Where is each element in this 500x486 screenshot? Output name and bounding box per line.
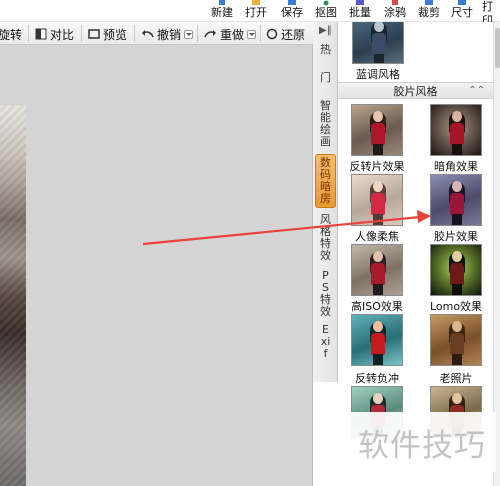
redo-icon	[204, 30, 216, 38]
top-menu-bar: 新建 打开 保存 抠图 批量 涂鸦 裁剪 尺寸 打印	[0, 0, 500, 27]
effect-thumb-portrait-soft-focus[interactable]	[351, 174, 403, 226]
effect-thumb-vignette[interactable]	[430, 104, 482, 156]
menu-crop-button[interactable]: 裁剪	[418, 0, 440, 22]
effect-label-blue-tone: 蓝调风格	[356, 68, 400, 81]
tab-ps-label: PS特效	[320, 269, 331, 318]
effect-thumb-cross-process[interactable]	[351, 314, 403, 366]
menu-crop-label: 裁剪	[418, 6, 440, 19]
contrast-icon	[35, 28, 47, 40]
tab-hot[interactable]: 热	[315, 44, 336, 64]
effect-thumb-film[interactable]	[430, 174, 482, 226]
effect-label-portrait-soft-focus: 人像柔焦	[355, 230, 399, 243]
effect-thumb-high-iso[interactable]	[351, 244, 403, 296]
toolbar-divider	[134, 25, 135, 42]
toolbar-divider	[197, 25, 198, 42]
effect-label-cross-process: 反转负冲	[355, 372, 399, 385]
preview-icon	[88, 29, 100, 39]
effect-label-high-iso: 高ISO效果	[351, 300, 403, 313]
undo-icon	[142, 30, 154, 38]
menu-new-button[interactable]: 新建	[211, 0, 233, 22]
effect-label-film: 胶片效果	[434, 230, 478, 243]
menu-doodle-label: 涂鸦	[384, 6, 406, 19]
menu-print-button[interactable]: 打印	[482, 0, 500, 27]
tab-smart-painting[interactable]: 智能绘画	[315, 100, 336, 150]
tab-door-label: 门	[320, 71, 331, 84]
menu-save-label: 保存	[281, 6, 303, 19]
edit-toolbar: 旋转 对比 预览 撤销 重做 还原	[0, 22, 313, 45]
rotate-label: 旋转	[0, 27, 23, 42]
tab-style-effects[interactable]: 风格特效	[315, 214, 336, 266]
section-title: 胶片风格	[393, 84, 438, 98]
watermark: 软件技巧	[348, 412, 496, 472]
tab-smart-label: 智能绘画	[320, 99, 331, 148]
menu-cutout-button[interactable]: 抠图	[315, 0, 337, 22]
effect-label-vignette: 暗角效果	[434, 160, 478, 173]
tab-digital-darkroom[interactable]: 数码暗房	[315, 154, 336, 208]
undo-dropdown-icon[interactable]	[184, 29, 194, 39]
menu-cutout-label: 抠图	[315, 6, 337, 19]
preview-label: 预览	[103, 27, 128, 42]
redo-dropdown-icon[interactable]	[247, 29, 257, 39]
menu-new-label: 新建	[211, 6, 233, 19]
menu-size-button[interactable]: 尺寸	[451, 0, 473, 22]
redo-button[interactable]: 重做	[204, 26, 257, 42]
undo-label: 撤销	[157, 27, 182, 42]
undo-button[interactable]: 撤销	[141, 26, 194, 42]
contrast-button[interactable]: 对比	[35, 26, 74, 42]
effect-thumb-old-photo[interactable]	[430, 314, 482, 366]
tab-exif[interactable]: Exif	[315, 324, 336, 376]
tab-door[interactable]: 门	[315, 72, 336, 92]
effect-thumb-blue-tone[interactable]	[352, 22, 404, 64]
effect-label-reversal-film: 反转片效果	[349, 160, 405, 173]
tab-digital-label: 数码暗房	[320, 156, 331, 205]
effect-thumb-lomo[interactable]	[430, 244, 482, 296]
panel-scroll-thumb[interactable]	[495, 28, 500, 68]
collapse-panel-icon[interactable]: ▶‖	[319, 25, 332, 38]
tab-style-label: 风格特效	[320, 213, 331, 262]
preview-button[interactable]: 预览	[88, 26, 127, 42]
restore-button[interactable]: 还原	[266, 26, 305, 42]
tab-hot-label: 热	[320, 43, 331, 56]
effect-label-old-photo: 老照片	[439, 372, 473, 385]
toolbar-divider	[81, 25, 82, 42]
effect-thumb-reversal-film[interactable]	[351, 104, 403, 156]
photo-preview	[0, 105, 26, 486]
menu-batch-label: 批量	[349, 6, 371, 19]
rotate-button[interactable]: 旋转	[0, 26, 22, 42]
restore-icon	[266, 28, 278, 40]
menu-open-label: 打开	[245, 6, 267, 19]
menu-save-button[interactable]: 保存	[281, 0, 303, 22]
category-tab-strip: ▶‖ 热 门 智能绘画 数码暗房 风格特效 PS特效 Exif	[313, 22, 338, 382]
effect-label-lomo: Lomo效果	[429, 300, 483, 313]
collapse-section-icon[interactable]: ⌃⌃	[468, 85, 485, 96]
contrast-label: 对比	[50, 27, 75, 42]
menu-batch-button[interactable]: 批量	[349, 0, 371, 22]
tab-ps-effects[interactable]: PS特效	[315, 270, 336, 318]
tab-exif-label: Exif	[320, 323, 331, 360]
menu-open-button[interactable]: 打开	[245, 0, 267, 22]
toolbar-divider	[260, 25, 261, 42]
section-header-film-style[interactable]: 胶片风格 ⌃⌃	[338, 82, 493, 99]
redo-label: 重做	[220, 27, 245, 42]
menu-doodle-button[interactable]: 涂鸦	[384, 0, 406, 22]
image-canvas[interactable]	[0, 45, 313, 486]
menu-size-label: 尺寸	[451, 6, 473, 19]
toolbar-divider	[28, 25, 29, 42]
restore-label: 还原	[281, 27, 306, 42]
